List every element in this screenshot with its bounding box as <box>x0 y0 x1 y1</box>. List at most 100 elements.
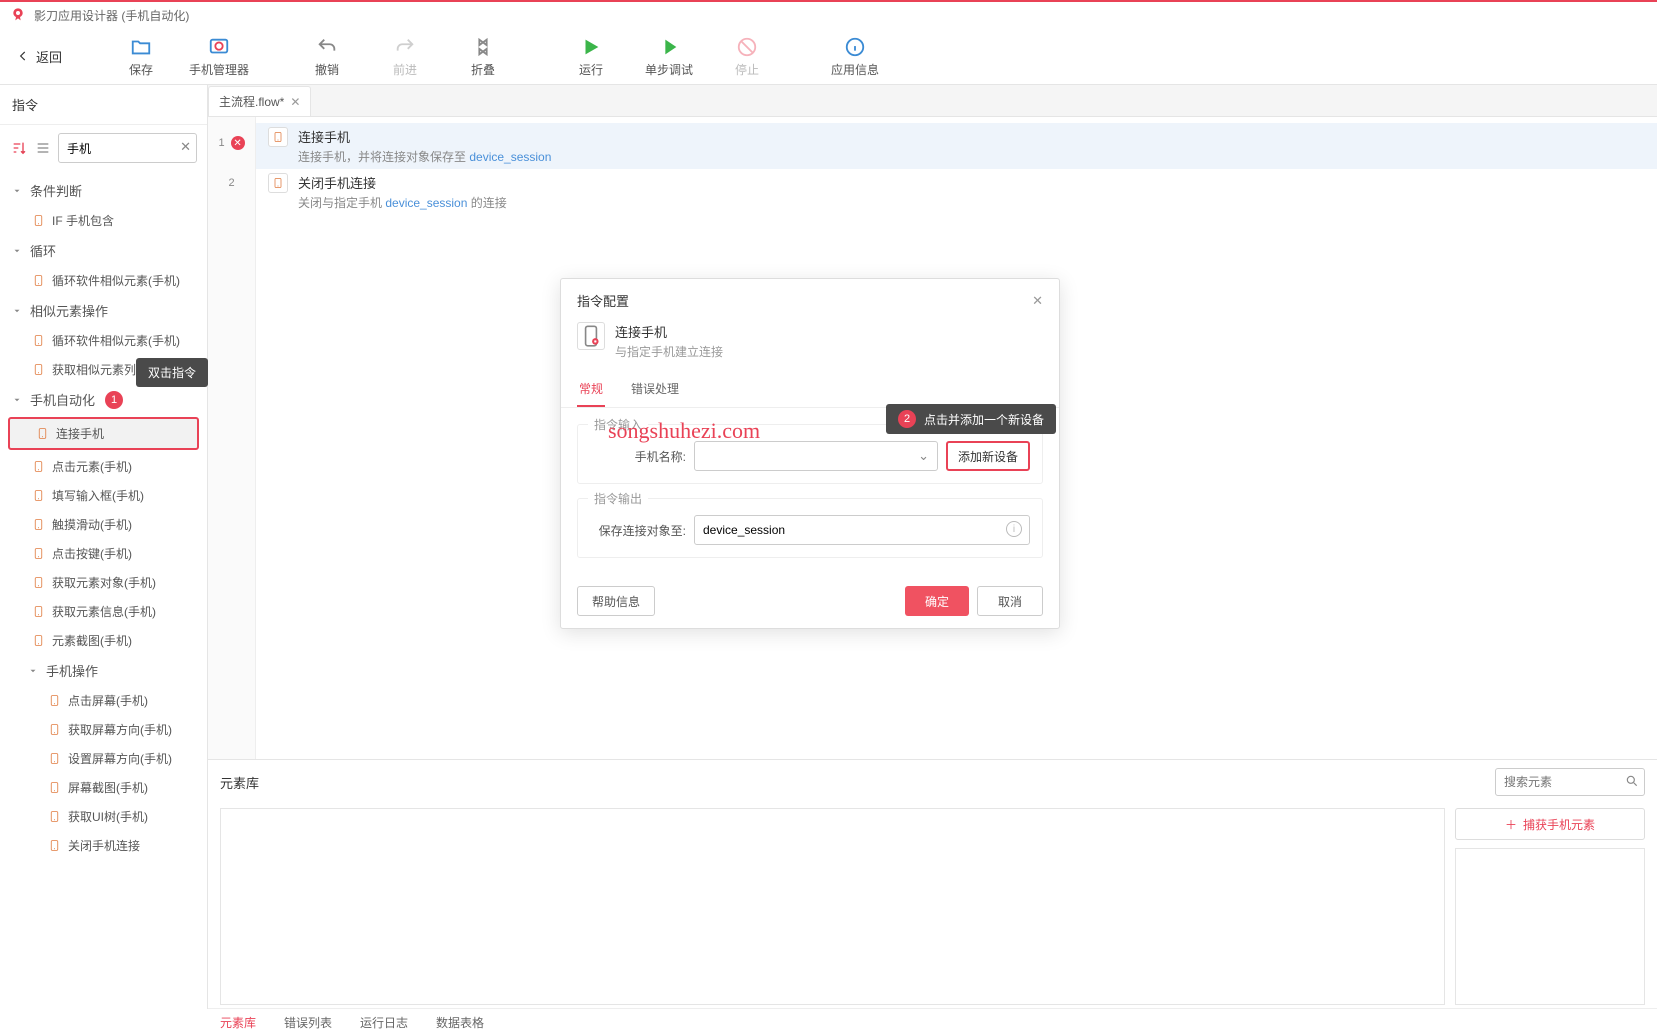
tree-item[interactable]: 点击按键(手机) <box>0 539 207 568</box>
gutter-line: 2 <box>208 163 255 203</box>
tree-item[interactable]: 获取屏幕方向(手机) <box>0 715 207 744</box>
flow-tab[interactable]: 主流程.flow* ✕ <box>208 86 311 116</box>
save-variable-input[interactable] <box>694 515 1030 545</box>
tree-item[interactable]: 设置屏幕方向(手机) <box>0 744 207 773</box>
phone-icon <box>30 363 46 377</box>
tree-group-header[interactable]: 手机自动化1 <box>0 384 207 415</box>
tree-item[interactable]: 元素截图(手机) <box>0 626 207 655</box>
tab-label: 主流程.flow* <box>219 93 284 110</box>
phone-name-label: 手机名称: <box>590 448 686 465</box>
tree-item[interactable]: 获取元素对象(手机) <box>0 568 207 597</box>
phone-icon <box>30 274 46 288</box>
phone-icon <box>30 460 46 474</box>
save-to-label: 保存连接对象至: <box>590 522 686 539</box>
clear-icon[interactable]: ✕ <box>180 139 191 155</box>
command-config-modal: 指令配置 ✕ 连接手机 与指定手机建立连接 常规 错误处理 指令输入 手机名称:… <box>560 278 1060 629</box>
fold-icon <box>472 35 494 59</box>
command-search-input[interactable] <box>58 133 197 163</box>
run-button[interactable]: 运行 <box>552 35 630 78</box>
folder-icon <box>130 35 152 59</box>
app-info-button[interactable]: 应用信息 <box>816 35 894 78</box>
flow-step[interactable]: 关闭手机连接关闭与指定手机 device_session 的连接 <box>256 169 1657 215</box>
bottom-tab-data[interactable]: 数据表格 <box>436 1014 484 1031</box>
tree-item[interactable]: 连接手机 <box>8 417 199 450</box>
phone-icon <box>30 214 46 228</box>
info-icon[interactable]: i <box>1006 521 1022 537</box>
phone-icon <box>268 127 288 147</box>
toolbar: 返回 保存 手机管理器 撤销 前进 折叠 运行 单步调试 停止 应用信息 <box>0 28 1657 84</box>
undo-button[interactable]: 撤销 <box>288 35 366 78</box>
modal-title: 指令配置 <box>577 291 629 310</box>
titlebar: 影刀应用设计器 (手机自动化) <box>0 0 1657 28</box>
chevron-down-icon <box>12 186 24 196</box>
chevron-down-icon <box>28 666 40 676</box>
tree-item[interactable]: IF 手机包含 <box>0 206 207 235</box>
modal-tab-error[interactable]: 错误处理 <box>629 372 681 407</box>
phone-icon <box>30 334 46 348</box>
phone-icon <box>30 547 46 561</box>
bottom-tab-log[interactable]: 运行日志 <box>360 1014 408 1031</box>
tree-item[interactable]: 循环软件相似元素(手机) <box>0 326 207 355</box>
search-icon[interactable] <box>1625 774 1639 791</box>
save-button[interactable]: 保存 <box>102 35 180 78</box>
line-gutter: 1✕2 <box>208 117 256 759</box>
step-badge-2: 2 <box>898 410 916 428</box>
back-button[interactable]: 返回 <box>16 47 62 66</box>
list-icon[interactable] <box>34 139 52 157</box>
gutter-line: 1✕ <box>208 123 255 163</box>
elem-search-input[interactable] <box>1495 768 1645 796</box>
phone-icon <box>30 518 46 532</box>
help-button[interactable]: 帮助信息 <box>577 586 655 616</box>
chevron-down-icon <box>12 246 24 256</box>
phone-manager-button[interactable]: 手机管理器 <box>180 35 258 78</box>
tree-item[interactable]: 填写输入框(手机) <box>0 481 207 510</box>
tree-group-header[interactable]: 相似元素操作 <box>0 295 207 326</box>
sort-icon[interactable] <box>10 139 28 157</box>
tree-group-header[interactable]: 循环 <box>0 235 207 266</box>
tree-item[interactable]: 获取元素信息(手机) <box>0 597 207 626</box>
phone-icon <box>34 427 50 441</box>
tree-item[interactable]: 触摸滑动(手机) <box>0 510 207 539</box>
chevron-down-icon <box>12 395 24 405</box>
tree-item[interactable]: 获取UI树(手机) <box>0 802 207 831</box>
panel-title: 指令 <box>0 85 207 125</box>
phone-icon <box>46 723 62 737</box>
back-label: 返回 <box>36 47 62 66</box>
modal-block-title: 连接手机 <box>615 322 723 341</box>
modal-block-desc: 与指定手机建立连接 <box>615 343 723 360</box>
ok-button[interactable]: 确定 <box>905 586 969 616</box>
step-icon <box>658 35 680 59</box>
info-icon <box>844 35 866 59</box>
tooltip-doubleclick: 双击指令 <box>136 358 208 387</box>
flow-step[interactable]: 连接手机连接手机，并将连接对象保存至 device_session <box>256 123 1657 169</box>
modal-tab-general[interactable]: 常规 <box>577 372 605 407</box>
tree-group-header[interactable]: 条件判断 <box>0 175 207 206</box>
redo-button: 前进 <box>366 35 444 78</box>
tree-group-header[interactable]: 手机操作 <box>0 655 207 686</box>
phone-icon <box>268 173 288 193</box>
tree-item[interactable]: 循环软件相似元素(手机) <box>0 266 207 295</box>
tree-item[interactable]: 屏幕截图(手机) <box>0 773 207 802</box>
phone-icon <box>46 781 62 795</box>
app-logo-icon <box>10 7 26 23</box>
capture-element-button[interactable]: ＋ 捕获手机元素 <box>1455 808 1645 840</box>
phone-icon <box>46 810 62 824</box>
step-debug-button[interactable]: 单步调试 <box>630 35 708 78</box>
element-preview <box>1455 848 1645 1005</box>
fold-button[interactable]: 折叠 <box>444 35 522 78</box>
bottom-tab-errors[interactable]: 错误列表 <box>284 1014 332 1031</box>
cancel-button[interactable]: 取消 <box>977 586 1043 616</box>
command-panel: 指令 ✕ 条件判断IF 手机包含循环循环软件相似元素(手机)相似元素操作循环软件… <box>0 85 208 1009</box>
bottom-tab-elements[interactable]: 元素库 <box>220 1014 256 1031</box>
chevron-down-icon <box>12 306 24 316</box>
modal-close-icon[interactable]: ✕ <box>1032 293 1043 309</box>
tree-item[interactable]: 点击元素(手机) <box>0 452 207 481</box>
phone-name-select[interactable]: ⌄ <box>694 441 938 471</box>
add-device-button[interactable]: 添加新设备 <box>946 441 1030 471</box>
close-icon[interactable]: ✕ <box>290 95 300 109</box>
undo-icon <box>316 35 338 59</box>
tree-item[interactable]: 关闭手机连接 <box>0 831 207 860</box>
play-icon <box>580 35 602 59</box>
browser-icon <box>208 35 230 59</box>
tree-item[interactable]: 点击屏幕(手机) <box>0 686 207 715</box>
